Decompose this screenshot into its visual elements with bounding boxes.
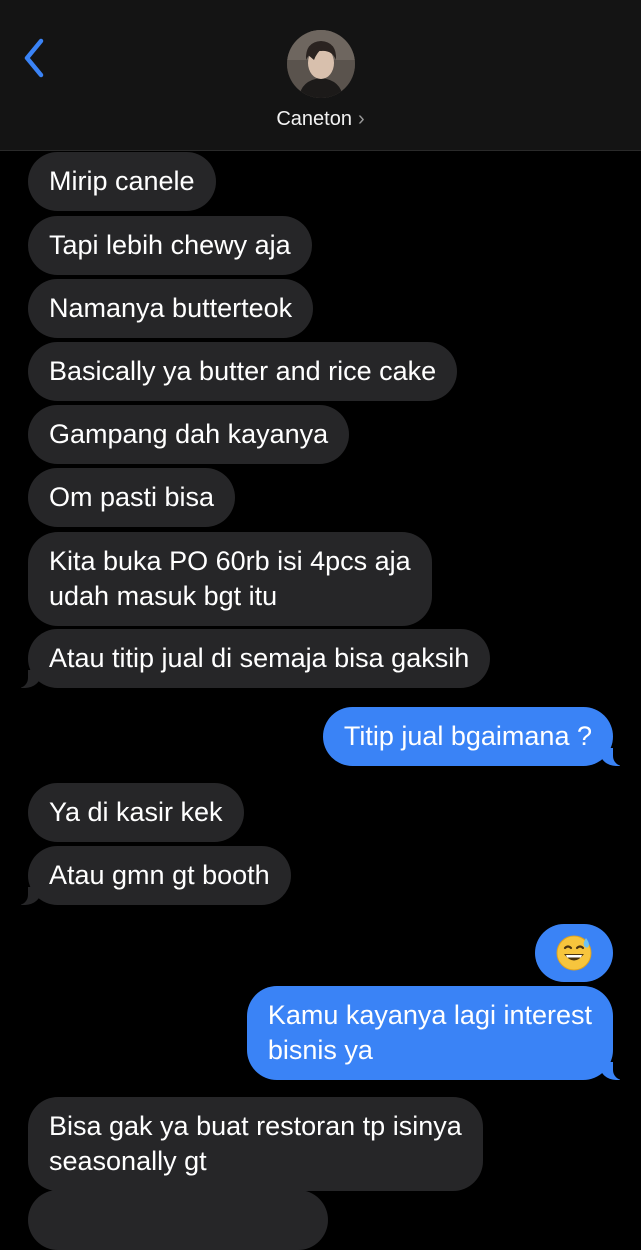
- chevron-right-icon: ›: [357, 108, 365, 130]
- outgoing-message[interactable]: Kamu kayanya lagi interest bisnis ya: [246, 986, 630, 1080]
- chevron-left-icon: [24, 38, 44, 78]
- incoming-message[interactable]: Namanya butterteok: [28, 279, 314, 338]
- incoming-message[interactable]: Basically ya butter and rice cake: [28, 342, 458, 401]
- incoming-message-partial[interactable]: [28, 1190, 328, 1250]
- message-thread: Mirip canele Tapi lebih chewy aja Namany…: [0, 0, 641, 1250]
- incoming-message[interactable]: Kita buka PO 60rb isi 4pcs aja udah masu…: [28, 532, 432, 626]
- incoming-message[interactable]: Tapi lebih chewy aja: [28, 216, 312, 275]
- contact-name: Caneton: [276, 107, 352, 130]
- incoming-message[interactable]: Atau titip jual di semaja bisa gaksih: [11, 629, 491, 688]
- incoming-message[interactable]: Gampang dah kayanya: [28, 405, 350, 464]
- incoming-message[interactable]: Mirip canele: [28, 152, 216, 211]
- grinning-face-with-sweat-emoji: [556, 935, 592, 971]
- back-button[interactable]: [14, 36, 54, 80]
- outgoing-emoji-message[interactable]: [535, 924, 613, 982]
- contact-avatar[interactable]: [287, 30, 355, 98]
- incoming-message[interactable]: Bisa gak ya buat restoran tp isinya seas…: [28, 1097, 483, 1191]
- incoming-message[interactable]: Ya di kasir kek: [28, 783, 244, 842]
- outgoing-message[interactable]: Titip jual bgaimana ?: [322, 707, 630, 766]
- contact-photo: [287, 30, 355, 98]
- incoming-message[interactable]: Om pasti bisa: [28, 468, 236, 527]
- incoming-message[interactable]: Atau gmn gt booth: [12, 846, 291, 905]
- conversation-header: Caneton ›: [0, 0, 641, 151]
- contact-name-button[interactable]: Caneton ›: [0, 106, 641, 132]
